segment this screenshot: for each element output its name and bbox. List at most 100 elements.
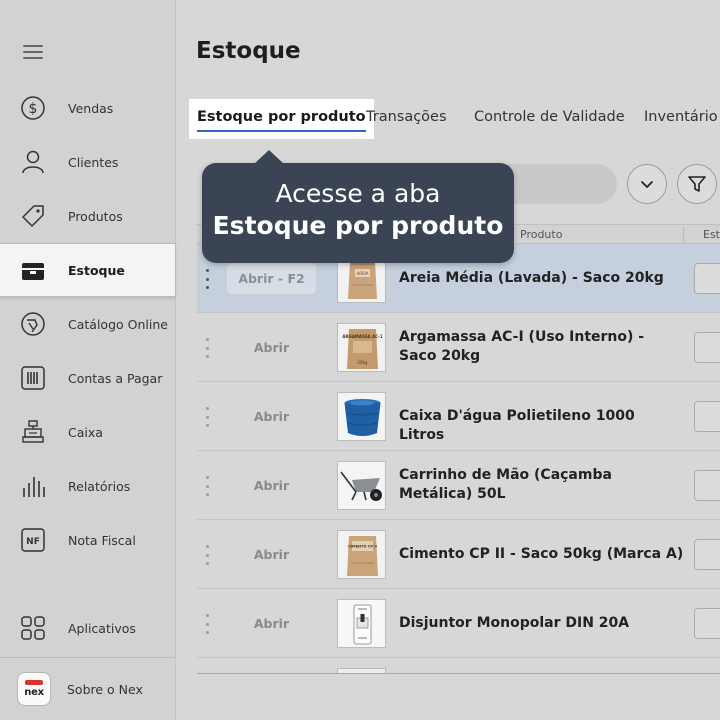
table-row[interactable]: Abrir Carrinho de Mão (Caçamba Metálica)… [197, 451, 720, 520]
sidebar-item-label: Vendas [68, 100, 114, 116]
nf-icon: NF [21, 528, 45, 552]
sidebar-item-label: Relatórios [68, 478, 131, 494]
sidebar-item-label: Clientes [68, 154, 119, 170]
open-button[interactable]: Abrir [227, 470, 316, 501]
stock-field[interactable] [694, 470, 720, 501]
sidebar-item-estoque[interactable]: Estoque [0, 243, 175, 297]
sidebar-item-caixa[interactable]: Caixa [0, 405, 175, 459]
product-image-carrinho [337, 461, 386, 510]
table-row[interactable]: Abrir Disjuntor Monopolar DIN 20A [197, 589, 720, 658]
tab-label: Inventário [644, 109, 718, 125]
tab-estoque-por-produto[interactable]: Estoque por produto [189, 99, 374, 139]
dollar-circle-icon: $ [21, 96, 45, 120]
sidebar-item-label: Caixa [68, 424, 103, 440]
product-image-caixa-dagua [337, 392, 386, 441]
sobre-o-nex-link[interactable]: Sobre o Nex [67, 682, 143, 697]
tab-inventario[interactable]: Inventário [644, 99, 718, 139]
product-name: Areia Média (Lavada) - Saco 20kg [399, 270, 664, 286]
sidebar-divider [0, 657, 176, 658]
stock-field[interactable] [694, 263, 720, 294]
column-divider [683, 227, 684, 243]
bag-label: ARGAMASSA AC-1 [342, 334, 382, 339]
tooltip-text-line2: Estoque por produto [212, 211, 504, 240]
apps-grid-icon [21, 616, 45, 640]
bag-weight: 20kg [358, 360, 368, 365]
sidebar-item-label: Contas a Pagar [68, 370, 163, 386]
sidebar-item-catalogo-online[interactable]: Catálogo Online [0, 297, 175, 351]
box-icon [22, 263, 44, 280]
sidebar-item-contas-a-pagar[interactable]: Contas a Pagar [0, 351, 175, 405]
catalog-icon [21, 312, 45, 336]
sidebar: $ Vendas Clientes Produtos Estoque Catál… [0, 0, 176, 720]
page-title: Estoque [196, 38, 301, 64]
product-image-cimento: CIMENTO CP II [337, 530, 386, 579]
nex-logo-text: nex [24, 687, 44, 698]
row-menu-icon[interactable] [202, 338, 212, 358]
nex-logo-mark [25, 680, 43, 685]
stock-field[interactable] [694, 401, 720, 432]
tab-label: Estoque por produto [197, 109, 366, 125]
tab-label: Controle de Validade [474, 109, 625, 125]
tag-icon [22, 205, 44, 227]
tab-bar: Estoque por produto Transações Controle … [188, 99, 720, 139]
sidebar-item-label: Nota Fiscal [68, 532, 136, 548]
chevron-down-icon [641, 181, 653, 188]
cash-register-icon [22, 420, 44, 443]
bag-label: AREIA [357, 271, 369, 276]
filter-icon [688, 176, 706, 192]
svg-text:NF: NF [26, 537, 40, 547]
tooltip-text-line1: Acesse a aba [275, 179, 441, 208]
barcode-icon [21, 366, 45, 390]
sidebar-item-label: Catálogo Online [68, 316, 168, 332]
sidebar-item-vendas[interactable]: $ Vendas [0, 81, 175, 135]
sidebar-item-clientes[interactable]: Clientes [0, 135, 175, 189]
open-button[interactable]: Abrir [227, 332, 316, 363]
row-menu-icon[interactable] [202, 476, 212, 496]
sidebar-item-label: Estoque [68, 262, 125, 278]
product-image-disjuntor [337, 599, 386, 648]
stock-field[interactable] [694, 539, 720, 570]
row-menu-icon[interactable] [202, 269, 212, 289]
filter-button[interactable] [677, 164, 717, 204]
sidebar-item-nota-fiscal[interactable]: NF Nota Fiscal [0, 513, 175, 567]
stock-table: Produto Est Abrir - F2 AREIA Areia Média… [197, 224, 720, 674]
table-row[interactable] [197, 658, 720, 673]
table-row[interactable]: Abrir ARGAMASSA AC-1 20kg Argamassa AC-I … [197, 313, 720, 382]
user-icon [22, 150, 44, 174]
open-button[interactable]: Abrir [227, 539, 316, 570]
sidebar-item-produtos[interactable]: Produtos [0, 189, 175, 243]
menu-icon[interactable] [23, 45, 43, 61]
table-row[interactable]: Abrir Caixa D'água Polietileno 1000 Litr… [197, 382, 720, 451]
product-image-argamassa: ARGAMASSA AC-1 20kg [337, 323, 386, 372]
sidebar-item-label: Produtos [68, 208, 123, 224]
stock-field[interactable] [694, 332, 720, 363]
column-header-produto[interactable]: Produto [520, 228, 562, 241]
sidebar-item-relatorios[interactable]: Relatórios [0, 459, 175, 513]
bag-label: CIMENTO CP II [348, 545, 377, 549]
table-row[interactable]: Abrir CIMENTO CP II Cimento CP II - Saco… [197, 520, 720, 589]
svg-text:$: $ [29, 101, 38, 117]
product-name: Argamassa AC-I (Uso Interno) - Saco 20kg [399, 329, 645, 364]
column-header-estoque[interactable]: Est [703, 228, 720, 241]
sidebar-item-aplicativos[interactable]: Aplicativos [0, 601, 175, 655]
tab-controle-de-validade[interactable]: Controle de Validade [474, 99, 625, 139]
tab-label: Transações [366, 109, 447, 125]
tab-transacoes[interactable]: Transações [366, 99, 447, 139]
open-button[interactable]: Abrir - F2 [227, 263, 316, 294]
search-input[interactable] [505, 164, 617, 204]
expand-button[interactable] [627, 164, 667, 204]
row-menu-icon[interactable] [202, 407, 212, 427]
product-image [337, 668, 386, 673]
open-button[interactable]: Abrir [227, 401, 316, 432]
product-name: Disjuntor Monopolar DIN 20A [399, 615, 630, 631]
open-button[interactable]: Abrir [227, 608, 316, 639]
stock-field[interactable] [694, 608, 720, 639]
sidebar-item-label: Aplicativos [68, 620, 136, 636]
row-menu-icon[interactable] [202, 545, 212, 565]
row-menu-icon[interactable] [202, 614, 212, 634]
nex-logo[interactable]: nex [17, 672, 51, 706]
bar-chart-icon [23, 477, 45, 497]
active-tab-indicator [197, 130, 366, 132]
product-name: Carrinho de Mão (Caçamba Metálica) 50L [399, 467, 612, 502]
onboarding-tooltip: Acesse a aba Estoque por produto [202, 150, 514, 263]
